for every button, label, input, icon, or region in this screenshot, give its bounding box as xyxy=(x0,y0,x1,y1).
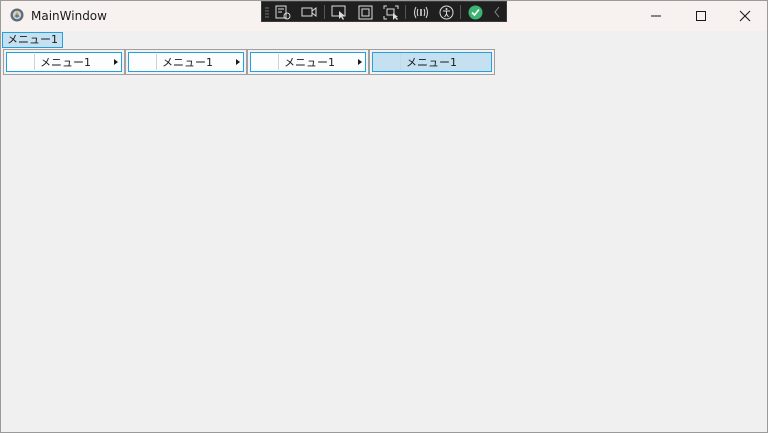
menu-item[interactable]: メニュー1 xyxy=(250,52,366,72)
select-element-icon xyxy=(331,5,346,20)
icon-column-divider xyxy=(34,54,35,70)
menu-item-label: メニュー1 xyxy=(162,56,213,69)
track-focused-element-icon xyxy=(383,5,399,20)
toolbar-separator xyxy=(460,5,461,19)
icon-column-divider xyxy=(278,54,279,70)
menu-top-item[interactable]: メニュー1 xyxy=(2,32,63,48)
maximize-button[interactable] xyxy=(678,1,724,31)
submenu-level-4: メニュー1 xyxy=(369,49,495,75)
minimize-button[interactable] xyxy=(633,1,679,31)
hot-reload-ok-icon xyxy=(468,5,482,19)
submenu-arrow-icon xyxy=(358,59,362,65)
menu-item-label: メニュー1 xyxy=(40,56,91,69)
go-to-live-visual-tree-button[interactable] xyxy=(274,4,292,20)
submenu-arrow-icon xyxy=(236,59,240,65)
minimize-icon xyxy=(651,15,661,17)
binding-failures-icon xyxy=(414,6,428,18)
accessibility-scanner-button[interactable] xyxy=(437,4,455,20)
submenu-level-1: メニュー1 xyxy=(3,49,125,75)
submenu-arrow-icon xyxy=(114,59,118,65)
track-focused-element-button[interactable] xyxy=(382,4,400,20)
menu-item-highlighted[interactable]: メニュー1 xyxy=(372,52,492,72)
menu-bar: メニュー1 xyxy=(1,31,767,49)
close-button[interactable] xyxy=(722,1,768,31)
binding-failures-button[interactable] xyxy=(412,4,430,20)
menu-item[interactable]: メニュー1 xyxy=(128,52,244,72)
app-icon xyxy=(10,8,24,22)
video-icon xyxy=(301,7,317,17)
window-title: MainWindow xyxy=(31,9,107,23)
accessibility-scanner-icon xyxy=(439,5,453,19)
close-icon xyxy=(739,10,751,22)
main-window: MainWindow メニュー1 メニュー1 メニュー1 メニュー1 メニュー1 xyxy=(0,0,768,433)
submenu-level-2: メニュー1 xyxy=(125,49,247,75)
toolbar-separator xyxy=(405,5,406,19)
select-element-button[interactable] xyxy=(330,4,348,20)
maximize-icon xyxy=(696,11,706,21)
go-to-live-visual-tree-icon xyxy=(275,5,291,19)
collapse-toolbar-icon xyxy=(494,6,500,18)
submenu-level-3: メニュー1 xyxy=(247,49,369,75)
menu-item-label: メニュー1 xyxy=(406,56,457,69)
icon-column-divider xyxy=(156,54,157,70)
toolbar-separator xyxy=(324,5,325,19)
display-layout-adorners-icon xyxy=(358,5,372,19)
display-layout-adorners-button[interactable] xyxy=(356,4,374,20)
xaml-debug-toolbar xyxy=(261,1,507,22)
grip-icon[interactable] xyxy=(265,6,269,19)
record-button[interactable] xyxy=(300,4,318,20)
hot-reload-status-button[interactable] xyxy=(466,4,484,20)
icon-column-divider xyxy=(400,54,401,70)
collapse-toolbar-button[interactable] xyxy=(490,4,504,20)
menu-item[interactable]: メニュー1 xyxy=(6,52,122,72)
menu-item-label: メニュー1 xyxy=(284,56,335,69)
